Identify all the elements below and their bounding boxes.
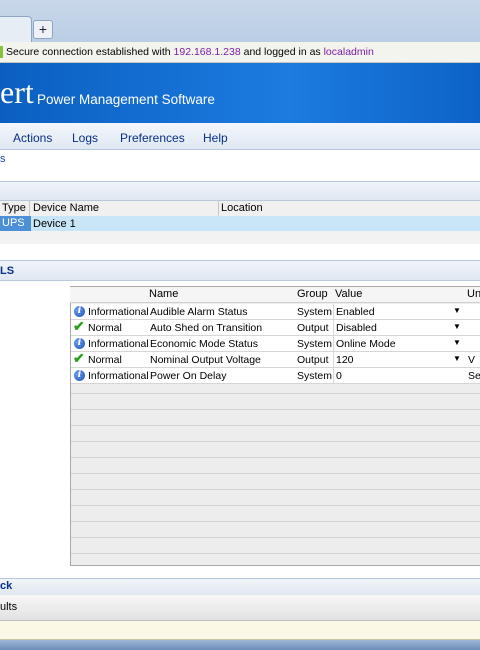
control-unit: Se [468,370,480,382]
value-dropdown[interactable]: 120 ▼ [333,352,464,367]
controls-grid-header: Name Group Value Un [70,287,480,303]
browser-tab[interactable] [0,16,32,43]
value-text: Disabled [336,322,377,334]
info-icon: i [74,338,85,349]
control-row[interactable]: ✔ Normal Nominal Output Voltage Output 1… [71,350,480,368]
control-group: System [297,306,333,318]
value-text: 120 [336,354,354,366]
device-type-cell: UPS [0,216,31,231]
results-tab-bar: ults [0,595,480,621]
info-icon: i [74,370,85,381]
column-units[interactable]: Un [467,288,480,300]
value-dropdown[interactable]: Enabled ▼ [333,304,464,319]
host-address: 192.168.1.238 [173,46,241,58]
breadcrumb[interactable]: s [0,153,6,165]
value-dropdown[interactable]: Online Mode ▼ [333,336,464,351]
chevron-down-icon[interactable]: ▼ [453,322,461,331]
app-subtitle: Power Management Software [37,92,215,107]
value-dropdown[interactable]: Disabled ▼ [333,320,464,335]
value-text: Enabled [336,306,375,318]
column-divider [29,201,30,216]
status-label: Normal [88,322,122,334]
control-name: Audible Alarm Status [150,306,248,318]
menu-actions[interactable]: Actions [13,131,52,145]
control-name: Nominal Output Voltage [150,354,261,366]
chevron-down-icon[interactable]: ▼ [453,338,461,347]
column-name[interactable]: Name [149,288,178,300]
control-row[interactable]: i Informational Audible Alarm Status Sys… [71,304,480,320]
app-logo: ert [0,74,34,110]
check-icon: ✔ [73,318,85,334]
chevron-down-icon[interactable]: ▼ [453,306,461,315]
controls-section-title: LS [0,265,15,277]
devices-empty-row [0,231,480,244]
secure-connection-text: Secure connection established with 192.1… [6,46,374,58]
status-label: Normal [88,354,122,366]
menu-logs[interactable]: Logs [72,131,98,145]
value-text: Online Mode [336,338,396,350]
control-group: System [297,370,333,382]
status-bar [0,621,480,640]
status-label: Informational [88,306,149,318]
column-divider [218,201,219,216]
control-group: System [297,338,333,350]
new-tab-button[interactable]: + [33,20,53,39]
column-type[interactable]: Type [2,202,26,214]
secure-connection-bar: Secure connection established with 192.1… [0,42,480,63]
logged-in-user: localadmin [323,46,374,58]
chevron-down-icon[interactable]: ▼ [453,354,461,363]
devices-section-header [0,181,480,201]
controls-section-header: LS [0,260,480,281]
control-name: Auto Shed on Transition [150,322,263,334]
control-group: Output [297,322,329,334]
control-unit: V [468,354,476,366]
bottom-section-header: ck [0,578,480,596]
control-group: Output [297,354,329,366]
taskbar [0,640,480,650]
column-value[interactable]: Value [335,288,362,300]
bottom-section-title: ck [0,580,13,592]
results-tab[interactable]: ults [0,601,17,613]
status-label: Informational [88,370,149,382]
secure-lock-icon [0,46,3,58]
devices-table-header: Type Device Name Location [0,201,480,217]
value-text: 0 [336,370,342,382]
control-row[interactable]: i Informational Power On Delay System 0 … [71,368,480,384]
column-device-name[interactable]: Device Name [33,202,99,214]
browser-tab-strip [0,0,480,42]
column-group[interactable]: Group [297,288,328,300]
control-row[interactable]: ✔ Normal Auto Shed on Transition Output … [71,318,480,336]
info-icon: i [74,306,85,317]
menu-preferences[interactable]: Preferences [120,131,185,145]
status-label: Informational [88,338,149,350]
column-location[interactable]: Location [221,202,263,214]
control-name: Economic Mode Status [150,338,258,350]
control-row[interactable]: i Informational Economic Mode Status Sys… [71,336,480,352]
control-name: Power On Delay [150,370,227,382]
check-icon: ✔ [73,350,85,366]
device-name-cell: Device 1 [33,218,76,230]
value-input[interactable]: 0 [333,368,464,383]
menu-help[interactable]: Help [203,131,228,145]
